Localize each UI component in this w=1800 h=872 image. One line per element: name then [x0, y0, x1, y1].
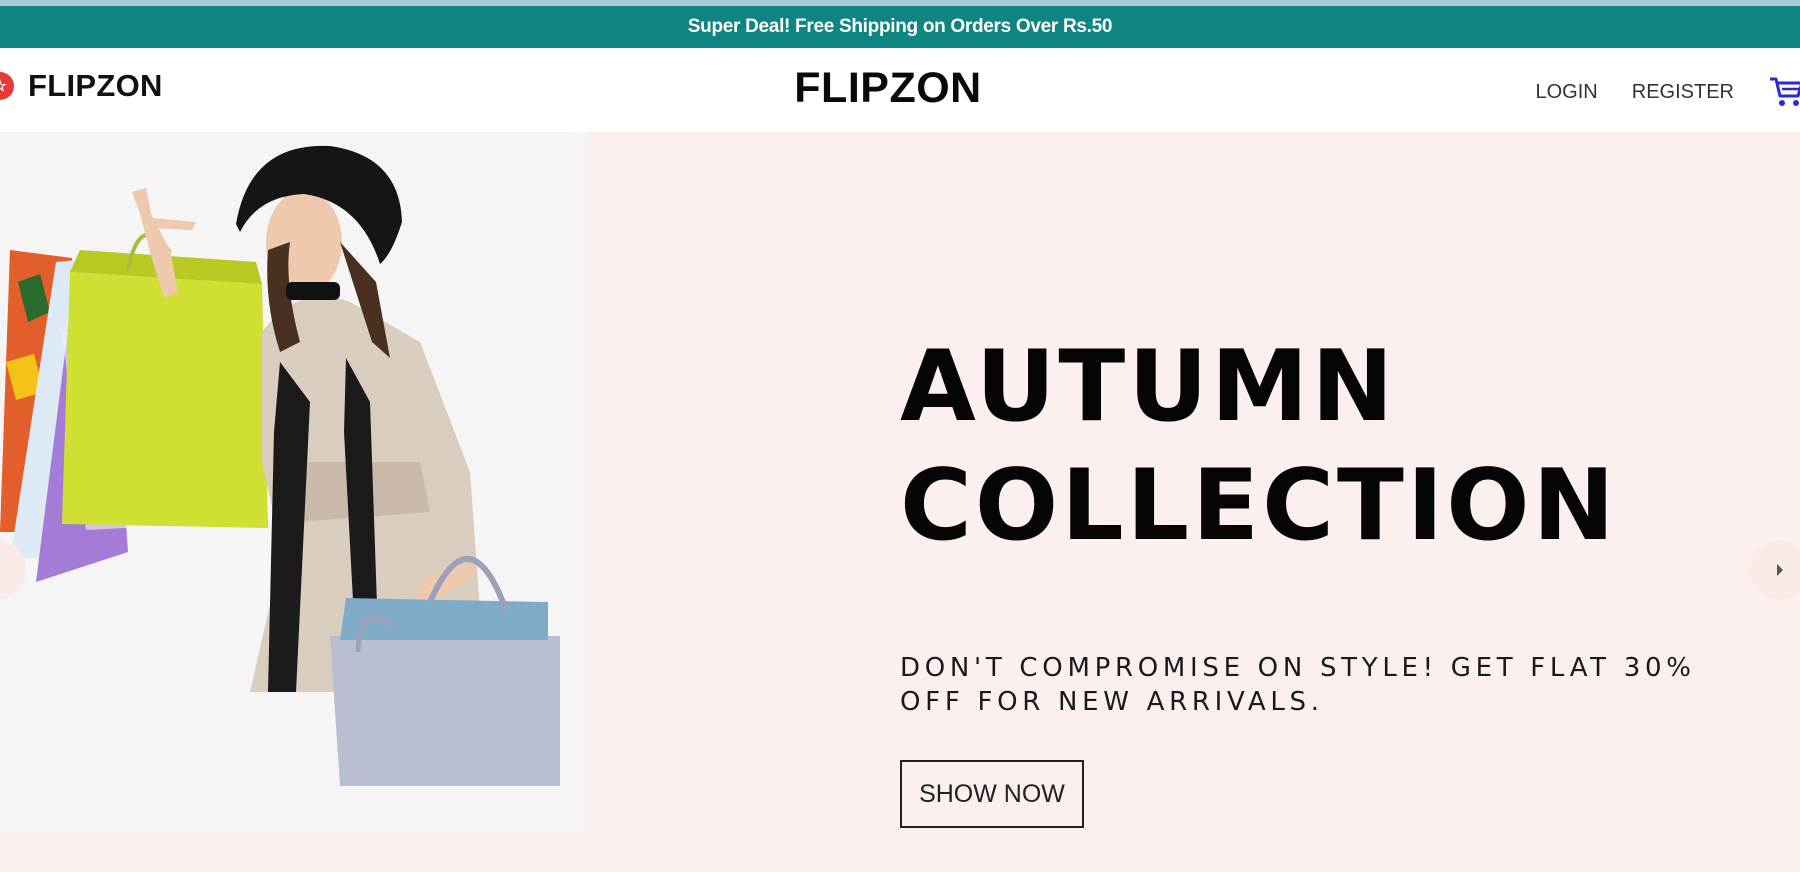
- announcement-bar: Super Deal! Free Shipping on Orders Over…: [0, 6, 1800, 48]
- register-link[interactable]: REGISTER: [1632, 81, 1734, 104]
- cart-icon[interactable]: [1768, 74, 1800, 110]
- nav-links: LOGIN REGISTER: [1536, 74, 1800, 110]
- hero-title-line2: COLLECTION: [900, 449, 1618, 563]
- hero-title: AUTUMN COLLECTION: [900, 328, 1760, 566]
- announcement-text: Super Deal! Free Shipping on Orders Over…: [687, 16, 1113, 37]
- brand-title: FLIPZON: [794, 64, 982, 112]
- hero-description: DON'T COMPROMISE ON STYLE! GET FLAT 30% …: [900, 653, 1696, 717]
- hero-title-line1: AUTUMN: [900, 330, 1397, 444]
- hero-image: [0, 132, 588, 832]
- navbar: ☆ FLIPZON FLIPZON LOGIN REGISTER: [0, 48, 1800, 132]
- show-now-button[interactable]: SHOW NOW: [900, 760, 1084, 828]
- login-link[interactable]: LOGIN: [1536, 81, 1598, 104]
- hero-text-block: AUTUMN COLLECTION DON'T COMPROMISE ON ST…: [900, 328, 1760, 719]
- hero-slider: AUTUMN COLLECTION DON'T COMPROMISE ON ST…: [0, 132, 1800, 872]
